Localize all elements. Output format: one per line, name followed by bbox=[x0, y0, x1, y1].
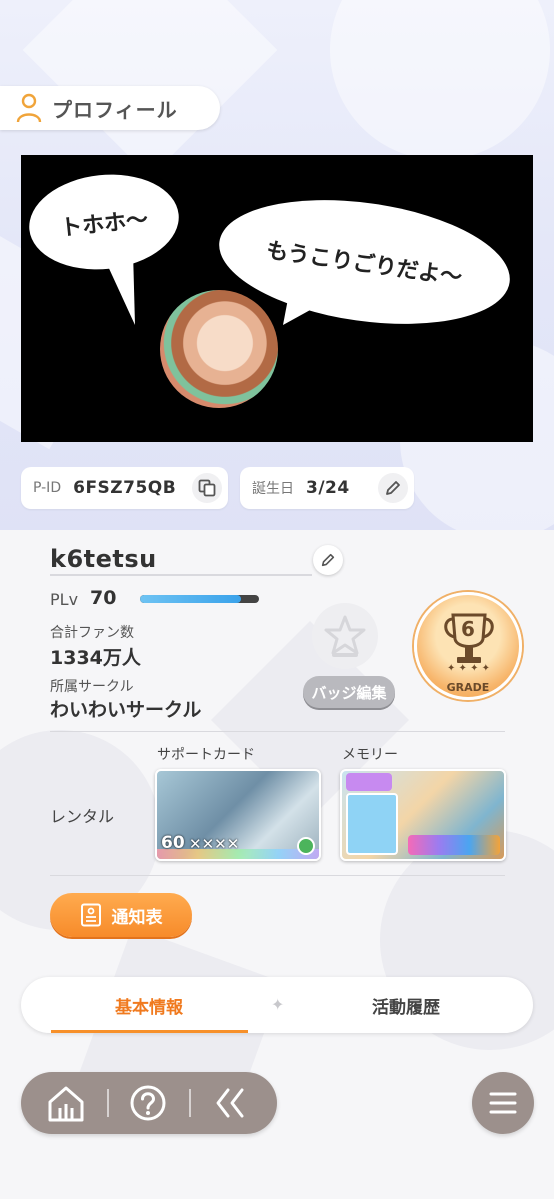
bubble-tail-right bbox=[283, 283, 341, 325]
memory-skill-icons bbox=[408, 835, 500, 855]
birthday-value: 3/24 bbox=[306, 478, 350, 498]
pid-label: P-ID bbox=[33, 480, 62, 496]
active-tab-indicator bbox=[51, 1030, 248, 1033]
edit-name-button[interactable] bbox=[313, 545, 343, 575]
copy-button[interactable] bbox=[192, 473, 222, 503]
fans-value: 1334万人 bbox=[50, 647, 141, 669]
bottom-nav bbox=[21, 1072, 277, 1134]
username: k6tetsu bbox=[50, 545, 157, 573]
card-stars-icon: ✕✕✕✕ bbox=[189, 835, 240, 853]
badge-edit-button[interactable]: バッジ編集 bbox=[303, 676, 395, 708]
leaf-icon bbox=[297, 837, 315, 855]
circle-value: わいわいサークル bbox=[50, 699, 202, 721]
grade-emblem[interactable]: ✦ ✦ ✦ ✦ 6 GRADE bbox=[414, 592, 522, 700]
copy-icon bbox=[198, 479, 216, 497]
avatar bbox=[160, 290, 278, 408]
birthday-label: 誕生日 bbox=[252, 481, 294, 497]
memory-skill-panel bbox=[346, 793, 398, 855]
memory-rank-icon bbox=[346, 773, 392, 791]
plv-progress-bar bbox=[140, 595, 259, 603]
report-card-label: 通知表 bbox=[111, 907, 163, 928]
help-icon bbox=[130, 1085, 166, 1121]
grade-label: GRADE bbox=[446, 681, 490, 694]
profile-banner[interactable]: トホホ～ もうこりごりだよ～ bbox=[21, 155, 533, 442]
nav-separator bbox=[189, 1089, 191, 1117]
nav-separator bbox=[107, 1089, 109, 1117]
circle-label: 所属サークル bbox=[50, 679, 134, 695]
fans-label: 合計ファン数 bbox=[50, 625, 134, 641]
tab-activity-history[interactable]: 活動履歴 bbox=[306, 977, 506, 1033]
tab-basic-info[interactable]: 基本情報 bbox=[49, 977, 249, 1033]
bubble-tail-left bbox=[101, 251, 135, 325]
pencil-icon bbox=[321, 553, 335, 567]
home-icon bbox=[48, 1086, 84, 1122]
rental-support-card[interactable]: 60 ✕✕✕✕ bbox=[155, 769, 321, 861]
speech-text-left: トホホ～ bbox=[59, 207, 150, 242]
person-icon bbox=[16, 93, 42, 123]
plv-value: 70 bbox=[90, 587, 117, 609]
plv-label: PLv bbox=[50, 590, 79, 609]
rental-memory-card[interactable] bbox=[340, 769, 506, 861]
birthday-field: 誕生日 3/24 bbox=[240, 467, 414, 509]
support-card-level: 60 bbox=[161, 833, 185, 853]
svg-text:✦ ✦ ✦ ✦: ✦ ✦ ✦ ✦ bbox=[447, 663, 490, 674]
report-card-button[interactable]: 通知表 bbox=[50, 893, 192, 937]
pencil-icon bbox=[386, 481, 400, 495]
star-badge-icon bbox=[324, 615, 366, 657]
menu-button[interactable] bbox=[472, 1072, 534, 1134]
document-icon bbox=[80, 903, 101, 927]
help-button[interactable] bbox=[125, 1080, 171, 1126]
plv-progress-fill bbox=[140, 595, 242, 603]
rental-label: レンタル bbox=[50, 807, 115, 826]
hamburger-menu-icon bbox=[489, 1092, 517, 1114]
grade-number: 6 bbox=[461, 617, 475, 641]
username-underline bbox=[50, 574, 312, 576]
badge-slot[interactable] bbox=[312, 603, 378, 669]
home-button[interactable] bbox=[43, 1080, 89, 1126]
edit-birthday-button[interactable] bbox=[378, 473, 408, 503]
back-button[interactable] bbox=[207, 1080, 253, 1126]
double-chevron-left-icon bbox=[216, 1088, 244, 1118]
player-id-field: P-ID 6FSZ75QB bbox=[21, 467, 228, 509]
memory-label: メモリー bbox=[342, 747, 398, 763]
pid-value: 6FSZ75QB bbox=[73, 478, 177, 498]
profile-header: プロフィール bbox=[0, 86, 220, 130]
page-title: プロフィール bbox=[52, 97, 178, 122]
divider bbox=[50, 731, 505, 732]
divider bbox=[50, 875, 505, 876]
profile-tabs: 基本情報 ✦ 活動履歴 bbox=[21, 977, 533, 1033]
support-card-label: サポートカード bbox=[157, 747, 255, 763]
tab-separator-icon: ✦ bbox=[271, 995, 285, 1014]
